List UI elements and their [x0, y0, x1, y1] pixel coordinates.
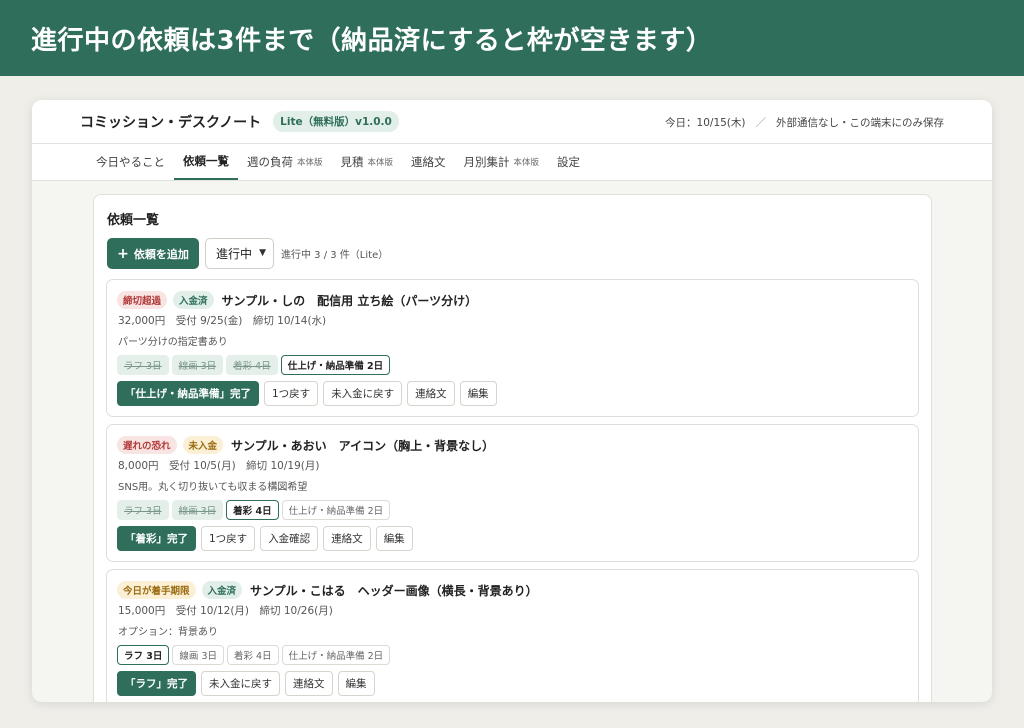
edit-button[interactable]: 編集 — [337, 671, 375, 696]
tab-label: 設定 — [557, 155, 581, 169]
privacy-note: 外部通信なし・この端末にのみ保存 — [776, 116, 944, 129]
stage-list: ラフ 3日 線画 3日 着彩 4日 仕上げ・納品準備 2日 — [117, 645, 393, 665]
request-card: 遅れの恐れ 未入金 サンプル・あおい アイコン（胸上・背景なし） 8,000円 … — [106, 424, 919, 562]
stage-chip[interactable]: 線画 3日 — [171, 355, 224, 375]
filter-value: 進行中 — [216, 247, 253, 261]
card-actions: 「仕上げ・納品準備」完了 1つ戻す 未入金に戻す 連絡文 編集 — [117, 381, 502, 406]
confirm-payment-button[interactable]: 入金確認 — [260, 526, 319, 551]
stage-list: ラフ 3日 線画 3日 着彩 4日 仕上げ・納品準備 2日 — [117, 500, 393, 520]
header-separator: ／ — [755, 116, 767, 129]
card-actions: 「着彩」完了 1つ戻す 入金確認 連絡文 編集 — [117, 526, 418, 551]
stage-chip[interactable]: 線画 3日 — [171, 500, 224, 520]
complete-stage-button[interactable]: 「仕上げ・納品準備」完了 — [117, 381, 259, 406]
request-note: オプション：背景あり — [118, 627, 218, 638]
request-title: サンプル・あおい アイコン（胸上・背景なし） — [231, 438, 495, 453]
stage-chip[interactable]: 仕上げ・納品準備 2日 — [281, 645, 391, 665]
request-meta: 15,000円 受付 10/12(月) 締切 10/26(月) — [118, 605, 333, 617]
stage-list: ラフ 3日 線画 3日 着彩 4日 仕上げ・納品準備 2日 — [117, 355, 393, 375]
tab-label: 依頼一覧 — [183, 154, 229, 168]
active-count: 進行中 3 / 3 件（Lite） — [281, 250, 389, 261]
tab-label: 連絡文 — [411, 155, 446, 169]
stage-chip-current[interactable]: ラフ 3日 — [117, 645, 170, 665]
tab-monthly[interactable]: 月別集計 本体版 — [455, 144, 549, 180]
request-card: 締切超過 入金済 サンプル・しの 配信用 立ち絵（パーツ分け） 32,000円 … — [106, 279, 919, 417]
edit-button[interactable]: 編集 — [459, 381, 497, 406]
tab-label: 今日やること — [96, 155, 165, 169]
tab-settings[interactable]: 設定 — [548, 144, 589, 180]
status-filter-select[interactable]: 進行中 ▼ — [205, 238, 274, 269]
stage-chip[interactable]: 仕上げ・納品準備 2日 — [281, 500, 391, 520]
version-badge: Lite（無料版）v1.0.0 — [273, 111, 399, 132]
add-request-button[interactable]: + 依頼を追加 — [107, 238, 199, 269]
app-header: コミッション・デスクノート Lite（無料版）v1.0.0 今日：10/15(木… — [32, 100, 992, 144]
tab-sub-label: 本体版 — [513, 158, 540, 168]
tab-label: 週の負荷 — [247, 155, 293, 169]
request-title: サンプル・こはる ヘッダー画像（横長・背景あり） — [250, 583, 538, 598]
status-badge: 今日が着手期限 — [117, 581, 196, 599]
stage-chip[interactable]: ラフ 3日 — [117, 500, 169, 520]
stage-chip[interactable]: 線画 3日 — [172, 645, 224, 665]
card-actions: 「ラフ」完了 未入金に戻す 連絡文 編集 — [117, 671, 380, 696]
payment-badge: 入金済 — [201, 581, 243, 599]
tab-requests[interactable]: 依頼一覧 — [174, 144, 238, 180]
tab-sub-label: 本体版 — [297, 158, 323, 168]
request-note: パーツ分けの指定書あり — [118, 337, 228, 348]
stage-chip[interactable]: ラフ 3日 — [117, 355, 169, 375]
stage-chip-current[interactable]: 着彩 4日 — [226, 500, 279, 520]
today-date: 今日：10/15(木) — [665, 116, 746, 129]
request-meta: 32,000円 受付 9/25(金) 締切 10/14(水) — [118, 315, 327, 327]
request-title: サンプル・しの 配信用 立ち絵（パーツ分け） — [221, 293, 478, 308]
message-button[interactable]: 連絡文 — [285, 671, 333, 696]
step-back-button[interactable]: 1つ戻す — [264, 381, 319, 406]
app-title: コミッション・デスクノート — [80, 114, 262, 131]
message-button[interactable]: 連絡文 — [323, 526, 371, 551]
payment-badge: 未入金 — [182, 436, 224, 454]
stage-chip[interactable]: 着彩 4日 — [226, 355, 278, 375]
status-badge: 遅れの恐れ — [117, 436, 177, 454]
header-meta: 今日：10/15(木) ／ 外部通信なし・この端末にのみ保存 — [665, 100, 944, 144]
tab-label: 月別集計 — [463, 155, 510, 169]
tab-messages[interactable]: 連絡文 — [402, 144, 455, 180]
chevron-down-icon: ▼ — [259, 248, 266, 258]
tab-label: 見積 — [340, 155, 364, 169]
step-back-button[interactable]: 1つ戻す — [201, 526, 256, 551]
top-banner: 進行中の依頼は3件まで（納品済にすると枠が空きます） — [0, 0, 1024, 76]
edit-button[interactable]: 編集 — [375, 526, 413, 551]
tab-sub-label: 本体版 — [367, 158, 394, 168]
complete-stage-button[interactable]: 「ラフ」完了 — [117, 671, 196, 696]
app-window: コミッション・デスクノート Lite（無料版）v1.0.0 今日：10/15(木… — [32, 100, 992, 702]
panel-title: 依頼一覧 — [107, 213, 160, 228]
banner-text: 進行中の依頼は3件まで（納品済にすると枠が空きます） — [31, 25, 713, 56]
request-list-panel: 依頼一覧 + 依頼を追加 進行中 ▼ 進行中 3 / 3 件（Lite） 締切超… — [93, 194, 932, 702]
complete-stage-button[interactable]: 「着彩」完了 — [117, 526, 196, 551]
message-button[interactable]: 連絡文 — [407, 381, 455, 406]
request-card: 今日が着手期限 入金済 サンプル・こはる ヘッダー画像（横長・背景あり） 15,… — [106, 569, 919, 702]
tab-weekly-load[interactable]: 週の負荷 本体版 — [238, 144, 332, 180]
request-note: SNS用。丸く切り抜いても収まる構図希望 — [118, 482, 308, 493]
add-request-label: 依頼を追加 — [133, 247, 189, 261]
tab-bar: 今日やること 依頼一覧 週の負荷 本体版 見積 本体版 連絡文 月別集計 本体版 設定 — [32, 144, 992, 181]
plus-icon: + — [117, 245, 129, 262]
tab-today[interactable]: 今日やること — [87, 144, 174, 180]
mark-unpaid-button[interactable]: 未入金に戻す — [323, 381, 403, 406]
request-meta: 8,000円 受付 10/5(月) 締切 10/19(月) — [118, 460, 320, 472]
mark-unpaid-button[interactable]: 未入金に戻す — [201, 671, 280, 696]
stage-chip-current[interactable]: 仕上げ・納品準備 2日 — [280, 355, 391, 375]
payment-badge: 入金済 — [173, 291, 214, 309]
stage-chip[interactable]: 着彩 4日 — [227, 645, 279, 665]
tab-estimate[interactable]: 見積 本体版 — [332, 144, 403, 180]
status-badge: 締切超過 — [117, 291, 168, 309]
